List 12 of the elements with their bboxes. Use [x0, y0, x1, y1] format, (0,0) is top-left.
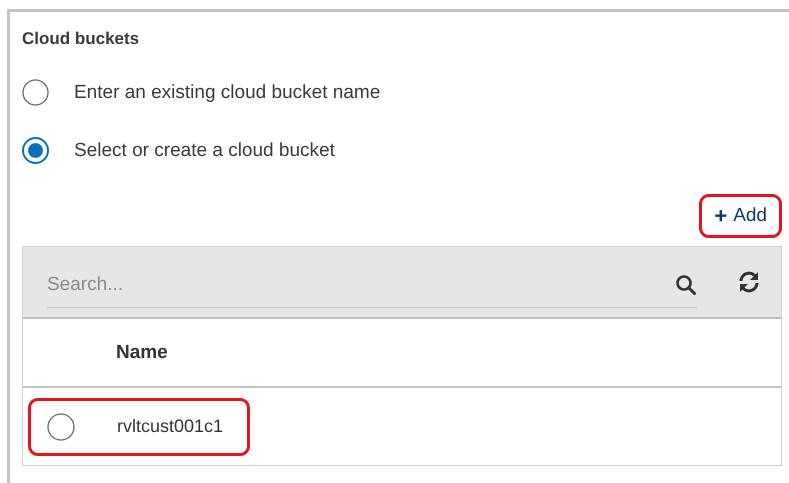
section-title: Cloud buckets: [22, 29, 140, 49]
search-icon[interactable]: [675, 274, 697, 296]
option-label[interactable]: Select or create a cloud bucket: [74, 140, 335, 162]
refresh-icon[interactable]: [737, 270, 761, 294]
radio-button[interactable]: [22, 137, 49, 164]
radio-button[interactable]: [47, 412, 75, 440]
table-cell: rvltcust001c1: [117, 416, 224, 437]
option-label[interactable]: Enter an existing cloud bucket name: [74, 82, 380, 104]
add-button[interactable]: + Add: [702, 197, 779, 235]
column-header: Name: [116, 342, 168, 364]
radio-button[interactable]: [22, 79, 49, 106]
search-input[interactable]: Search...: [47, 264, 661, 304]
